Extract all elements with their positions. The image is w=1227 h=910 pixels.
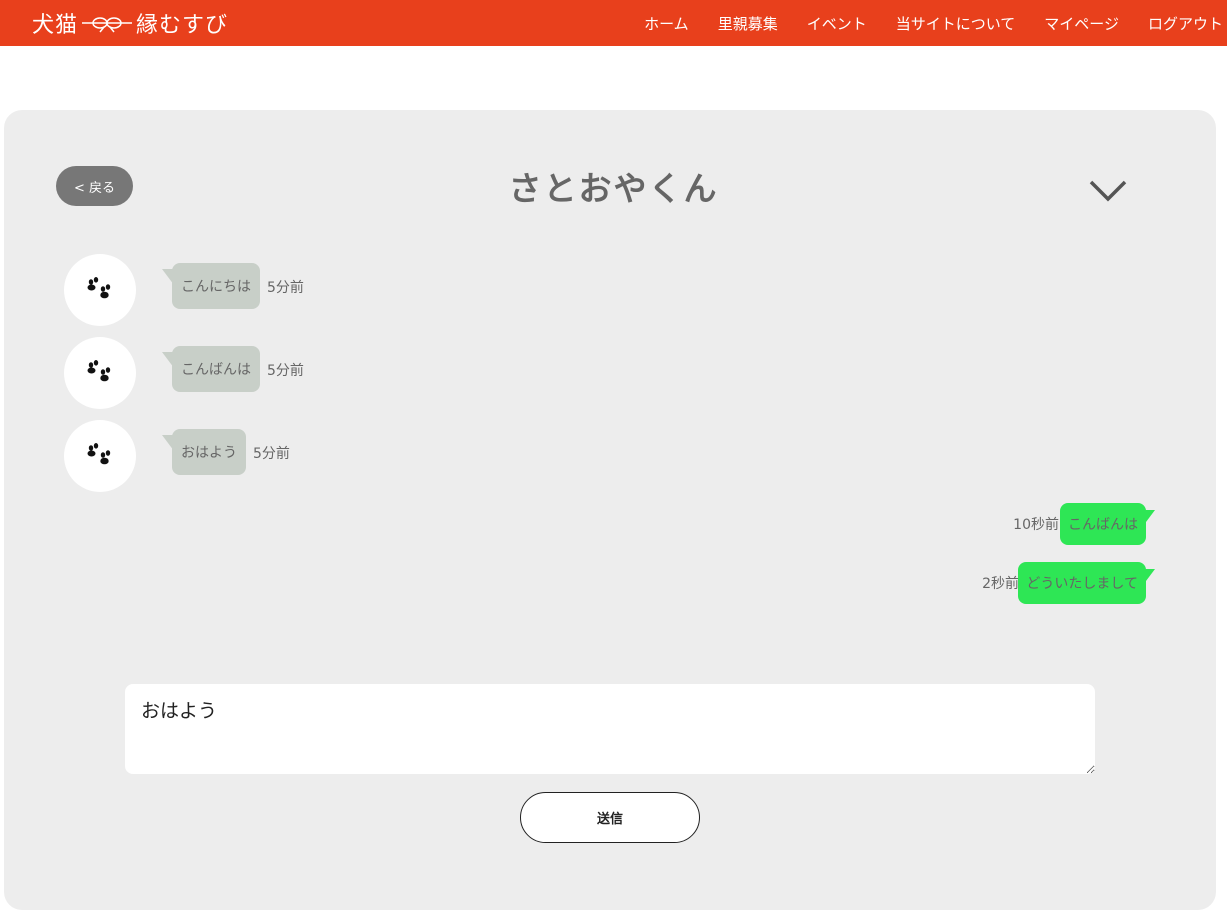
logo-text-left: 犬猫 [32, 13, 79, 38]
message-time: 5分前 [253, 446, 290, 462]
avatar [64, 337, 136, 409]
nav-home[interactable]: ホーム [644, 13, 689, 34]
sent-message-bubble: どういたしまして [1018, 562, 1155, 604]
received-message-bubble: こんにちは [162, 263, 260, 309]
received-message-bubble: おはよう [162, 429, 246, 475]
received-message-bubble: こんばんは [162, 346, 260, 392]
nav-events[interactable]: イベント [807, 13, 867, 34]
paw-icon [87, 443, 111, 465]
chat-partner-name: さとおやくん [508, 169, 719, 208]
chat-panel [4, 110, 1216, 910]
nav-logout[interactable]: ログアウト [1148, 13, 1223, 34]
nav-adoption[interactable]: 里親募集 [718, 13, 778, 34]
avatar [64, 420, 136, 492]
send-button[interactable]: 送信 [520, 792, 700, 843]
logo-text-right: 縁むすび [136, 13, 229, 38]
message-input[interactable]: おはよう [125, 684, 1095, 774]
message-time: 5分前 [267, 280, 304, 296]
avatar [64, 254, 136, 326]
paw-icon [87, 360, 111, 382]
paw-icon [87, 277, 111, 299]
site-header: 犬猫 縁むすび ホーム 里親募集 イベント 当サイトについて マイページ ログア… [0, 0, 1227, 46]
message-time: 5分前 [267, 363, 304, 379]
message-time: 10秒前 [1013, 517, 1059, 533]
sent-message-bubble: こんばんは [1060, 503, 1155, 545]
ribbon-knot-icon [82, 17, 133, 33]
nav-about[interactable]: 当サイトについて [896, 13, 1016, 34]
main-nav: ホーム 里親募集 イベント 当サイトについて マイページ ログアウト [615, 0, 1223, 46]
chevron-down-icon[interactable] [1088, 178, 1128, 204]
site-logo[interactable]: 犬猫 縁むすび [32, 7, 228, 39]
nav-mypage[interactable]: マイページ [1044, 13, 1119, 34]
message-time: 2秒前 [982, 576, 1019, 592]
